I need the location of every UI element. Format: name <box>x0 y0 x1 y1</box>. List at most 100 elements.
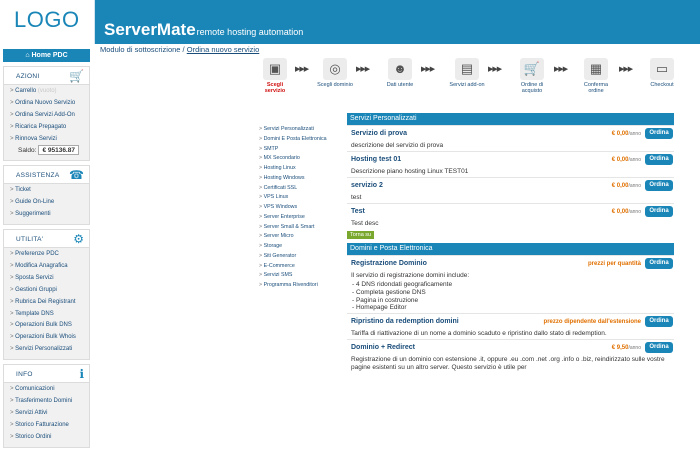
step-arrow-icon: ▶▶▶ <box>554 66 568 73</box>
globe-icon: ◎ <box>323 58 347 80</box>
sidebar-item-preferenze[interactable]: Preferenze PDC <box>10 249 89 261</box>
panel-assistenza-title: ASSISTENZA <box>16 172 60 180</box>
home-pdc-button[interactable]: ⌂ Home PDC <box>3 49 90 62</box>
sidebar-item-template-dns[interactable]: Template DNS <box>10 309 89 321</box>
service-row: Dominio + Redirect € 9,50/anno Ordina <box>347 339 674 355</box>
service-price: prezzi per quantità <box>587 261 641 267</box>
step-conferma-ordine[interactable]: ▦ Conferma ordine <box>578 58 614 94</box>
sidebar-item-storico-ordini[interactable]: Storico Ordini <box>10 432 89 444</box>
service-price: € 0,00/anno <box>611 209 641 215</box>
step-checkout[interactable]: ▭ Checkout <box>644 58 680 88</box>
category-link[interactable]: Certificati SSL <box>259 184 345 194</box>
step-label: Checkout <box>650 82 674 88</box>
sidebar: ⌂ Home PDC AZIONI 🛒 Carrello (vuoto) Ord… <box>3 49 90 452</box>
saldo-row: Saldo: € 95136.87 <box>18 145 89 157</box>
sidebar-item-gruppi[interactable]: Gestioni Gruppi <box>10 285 89 297</box>
user-icon: ☻ <box>388 58 412 80</box>
service-name: Ripristino da redemption domini <box>351 318 459 326</box>
category-link[interactable]: Domini E Posta Elettronica <box>259 135 345 145</box>
service-row: Hosting test 01 € 0,00/anno Ordina <box>347 151 674 167</box>
step-scegli-dominio[interactable]: ◎ Scegli dominio <box>317 58 353 88</box>
category-link[interactable]: Hosting Windows <box>259 174 345 184</box>
sidebar-item-ordina-nuovo[interactable]: Ordina Nuovo Servizio <box>10 98 89 110</box>
step-label: Scegli dominio <box>317 82 353 88</box>
logo[interactable]: LOGO <box>14 7 80 33</box>
order-button[interactable]: Ordina <box>645 316 673 328</box>
category-link[interactable]: VPS Linux <box>259 193 345 203</box>
sidebar-item-ticket[interactable]: Ticket <box>10 185 89 197</box>
category-link[interactable]: MX Secondario <box>259 154 345 164</box>
step-label: Servizi add-on <box>449 82 485 88</box>
sidebar-item-personalizzati[interactable]: Servizi Personalizzati <box>10 344 89 356</box>
category-link[interactable]: E-Commerce <box>259 262 345 272</box>
sidebar-item-fatturazione[interactable]: Storico Fatturazione <box>10 420 89 432</box>
section-header: Servizi Personalizzati <box>347 113 674 125</box>
sidebar-item-ricarica[interactable]: Ricarica Prepagato <box>10 122 89 134</box>
order-button[interactable]: Ordina <box>645 154 673 165</box>
sidebar-item-rinnova[interactable]: Rinnova Servizi <box>10 134 89 146</box>
panel-info-title: INFO <box>16 371 33 379</box>
sidebar-item-ordina-addon[interactable]: Ordina Servizi Add-On <box>10 110 89 122</box>
category-link[interactable]: Programma Rivenditori <box>259 281 345 291</box>
cart-icon: 🛒 <box>520 58 544 80</box>
step-scegli-servizio[interactable]: ▣ Scegli servizio <box>257 58 293 94</box>
category-link[interactable]: Server Micro <box>259 232 345 242</box>
step-arrow-icon: ▶▶▶ <box>356 66 370 73</box>
order-button[interactable]: Ordina <box>645 258 673 269</box>
category-link[interactable]: Siti Generator <box>259 252 345 262</box>
sidebar-item-bulk-whois[interactable]: Operazioni Bulk Whois <box>10 332 89 344</box>
category-link[interactable]: SMTP <box>259 145 345 155</box>
sidebar-item-suggerimenti[interactable]: Suggerimenti <box>10 209 89 221</box>
order-steps: ▣ Scegli servizio ▶▶▶ ◎ Scegli dominio ▶▶▶… <box>255 58 700 103</box>
logo-box: LOGO <box>0 0 95 44</box>
step-ordine-acquisto[interactable]: 🛒 Ordine di acquisto <box>514 58 550 94</box>
sidebar-item-sposta[interactable]: Sposta Servizi <box>10 273 89 285</box>
step-dati-utente[interactable]: ☻ Dati utente <box>382 58 418 88</box>
category-link[interactable]: Server Enterprise <box>259 213 345 223</box>
category-link[interactable]: Storage <box>259 242 345 252</box>
sidebar-item-anagrafica[interactable]: Modifica Anagrafica <box>10 261 89 273</box>
panel-azioni-head: AZIONI 🛒 <box>4 67 89 85</box>
support-icon: ☎ <box>69 168 84 183</box>
header-bar: LOGO ServerMateremote hosting automation <box>0 0 700 44</box>
back-to-top-button[interactable]: Torna su <box>347 231 375 239</box>
cart-icon: 🛒 <box>69 69 84 83</box>
sidebar-item-bulk-dns[interactable]: Operazioni Bulk DNS <box>10 320 89 332</box>
service-features: - 4 DNS ridondati geograficamente - Comp… <box>347 281 674 313</box>
panel-info-head: INFO ℹ <box>4 365 89 384</box>
panel-utilita-head: UTILITA' ⚙ <box>4 230 89 249</box>
sidebar-item-guide[interactable]: Guide On-Line <box>10 197 89 209</box>
order-button[interactable]: Ordina <box>645 342 673 354</box>
section-header: Domini e Posta Elettronica <box>347 243 674 255</box>
category-link[interactable]: VPS Windows <box>259 203 345 213</box>
brand-name: ServerMate <box>104 20 196 39</box>
breadcrumb: Modulo di sottoscrizione / Ordina nuovo … <box>100 45 259 54</box>
breadcrumb-link[interactable]: Ordina nuovo servizio <box>187 45 260 54</box>
step-servizi-addon[interactable]: ▤ Servizi add-on <box>449 58 485 88</box>
feature-item: - Completa gestione DNS <box>352 288 426 296</box>
service-description: Descrizione piano hosting Linux TEST01 <box>351 168 469 175</box>
service-description: Test desc <box>351 220 379 227</box>
service-name: Test <box>351 208 365 215</box>
service-row: servizio 2 € 0,00/anno Ordina <box>347 177 674 193</box>
order-button[interactable]: Ordina <box>645 180 673 191</box>
sidebar-item-trasferimento[interactable]: Trasferimento Domini <box>10 396 89 408</box>
saldo-value: € 95136.87 <box>38 145 79 156</box>
server-icon: ▣ <box>263 58 287 80</box>
category-link[interactable]: Servizi Personalizzati <box>259 125 345 135</box>
service-name: servizio 2 <box>351 182 383 189</box>
order-button[interactable]: Ordina <box>645 206 673 217</box>
service-row: Registrazione Dominio prezzi per quantit… <box>347 255 674 271</box>
order-button[interactable]: Ordina <box>645 128 673 139</box>
panel-azioni-title: AZIONI <box>16 73 40 80</box>
category-link[interactable]: Server Small & Smart <box>259 223 345 233</box>
service-name: Dominio + Redirect <box>351 344 415 352</box>
sidebar-item-servizi-attivi[interactable]: Servizi Attivi <box>10 408 89 420</box>
sidebar-item-rubrica[interactable]: Rubrica Dei Registrant <box>10 297 89 309</box>
sidebar-item-comunicazioni[interactable]: Comunicazioni <box>10 384 89 396</box>
saldo-label: Saldo: <box>18 147 37 155</box>
category-link[interactable]: Servizi SMS <box>259 271 345 281</box>
sidebar-item-carrello[interactable]: Carrello (vuoto) <box>10 86 89 98</box>
category-link[interactable]: Hosting Linux <box>259 164 345 174</box>
service-name: Hosting test 01 <box>351 156 402 163</box>
